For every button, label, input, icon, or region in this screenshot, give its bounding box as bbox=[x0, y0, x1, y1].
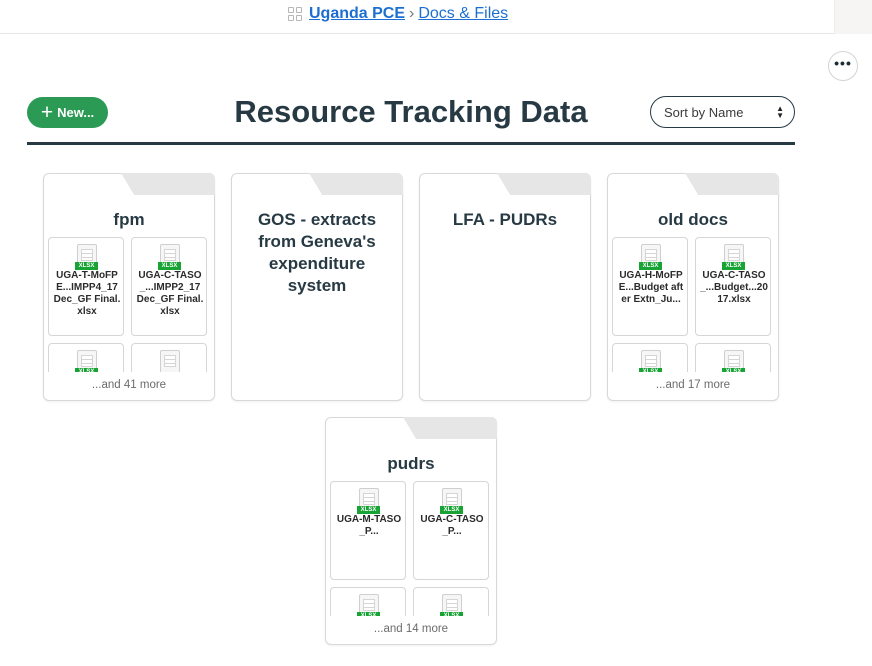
folder-tab bbox=[685, 173, 779, 195]
sort-arrows-icon: ▲ ▼ bbox=[776, 104, 784, 120]
file-type-badge: XLSX bbox=[158, 262, 181, 270]
file-card[interactable]: XLSX UGA-C-TASO_...Budget...2017.xlsx bbox=[695, 237, 771, 336]
folder-more-link[interactable]: ...and 14 more bbox=[325, 623, 497, 635]
folder-file-previews: XLSX UGA-T-MoFPE...IMPP4_17 Dec_GF Final.… bbox=[48, 237, 210, 372]
file-name: UGA-T-MoFPE...IMPP4_17 Dec_GF Final.xlsx bbox=[53, 270, 121, 317]
file-name: UGA-M-TASO_P... bbox=[336, 514, 402, 537]
folder-card[interactable]: GOS - extracts from Geneva's expenditure… bbox=[231, 173, 403, 401]
file-card[interactable]: XLSXLFA bbox=[413, 587, 489, 616]
folder-card[interactable]: LFA - PUDRs bbox=[419, 173, 591, 401]
file-card[interactable]: XLSX UGA-C-TASO_...IMPP2_17 Dec_GF Final.… bbox=[131, 237, 207, 336]
folder-file-previews: XLSX UGA-M-TASO_P... XLSX UGA-C-TASO_P... XL… bbox=[330, 481, 492, 616]
file-card[interactable]: XLSX UGA-M-TASO_P... bbox=[330, 481, 406, 580]
folder-file-previews: XLSX UGA-H-MoFPE...Budget after Extn_Ju..… bbox=[612, 237, 774, 372]
file-card[interactable]: XLSX bbox=[330, 587, 406, 616]
grid-icon bbox=[288, 7, 302, 21]
folder-name[interactable]: old docs bbox=[607, 209, 779, 231]
file-type-badge: XLSX bbox=[440, 506, 463, 514]
file-type-badge: XLSX bbox=[75, 262, 98, 270]
folder-card[interactable]: pudrs XLSX UGA-M-TASO_P... XLSX UGA-C-TASO_P… bbox=[325, 417, 497, 645]
folder-body bbox=[419, 173, 591, 401]
file-type-badge: XLSX bbox=[440, 612, 463, 616]
file-name: UGA-C-TASO_...Budget...2017.xlsx bbox=[700, 270, 768, 305]
file-card[interactable]: XLSX UGA-T-MoFPE...IMPP4_17 Dec_GF Final.… bbox=[48, 237, 124, 336]
file-card[interactable]: XLSX bbox=[695, 343, 771, 372]
file-type-badge: XLSX bbox=[722, 262, 745, 270]
ellipsis-icon: ••• bbox=[834, 55, 852, 71]
file-type-badge: XLSX bbox=[639, 262, 662, 270]
folder-tab bbox=[403, 417, 497, 439]
folder-more-link[interactable]: ...and 41 more bbox=[43, 379, 215, 391]
file-type-badge: XLSX bbox=[639, 368, 662, 372]
file-type-badge: XLSX bbox=[722, 368, 745, 372]
folder-card[interactable]: old docs XLSX UGA-H-MoFPE...Budget after E… bbox=[607, 173, 779, 401]
folder-name[interactable]: LFA - PUDRs bbox=[419, 209, 591, 231]
file-name: UGA-C-TASO_...IMPP2_17 Dec_GF Final.xlsx bbox=[136, 270, 204, 317]
folder-tab bbox=[121, 173, 215, 195]
top-bar-side-panel bbox=[834, 0, 872, 34]
spreadsheet-file-icon bbox=[160, 350, 180, 372]
folder-name[interactable]: GOS - extracts from Geneva's expenditure… bbox=[231, 209, 403, 297]
file-card[interactable]: XLSX UGA-C-TASO_P... bbox=[413, 481, 489, 580]
file-card[interactable]: XLSX UGA-H-MoFPE...Budget after Extn_Ju..… bbox=[612, 237, 688, 336]
folder-more-link[interactable]: ...and 17 more bbox=[607, 379, 779, 391]
file-card[interactable]: XLSX bbox=[48, 343, 124, 372]
breadcrumb-project-link[interactable]: Uganda PCE bbox=[309, 5, 405, 23]
file-type-badge: XLSX bbox=[357, 506, 380, 514]
file-name: UGA-H-MoFPE...Budget after Extn_Ju... bbox=[618, 270, 684, 305]
title-divider bbox=[27, 142, 795, 145]
folder-tab bbox=[497, 173, 591, 195]
file-card[interactable]: XLSX bbox=[612, 343, 688, 372]
folder-name[interactable]: fpm bbox=[43, 209, 215, 231]
folder-name[interactable]: pudrs bbox=[325, 453, 497, 475]
folder-tab bbox=[309, 173, 403, 195]
breadcrumb-separator: › bbox=[409, 5, 415, 22]
breadcrumb: Uganda PCE › Docs & Files bbox=[288, 5, 508, 23]
more-options-button[interactable]: ••• bbox=[828, 51, 858, 81]
sort-select-value: Sort by Name bbox=[664, 104, 744, 120]
file-type-badge: XLSX bbox=[357, 612, 380, 616]
breadcrumb-section-link[interactable]: Docs & Files bbox=[418, 5, 508, 23]
top-bar: Uganda PCE › Docs & Files bbox=[0, 0, 834, 34]
file-card[interactable] bbox=[131, 343, 207, 372]
file-name: UGA-C-TASO_P... bbox=[420, 514, 484, 537]
folder-card[interactable]: fpm XLSX UGA-T-MoFPE...IMPP4_17 Dec_GF Fin… bbox=[43, 173, 215, 401]
sort-select[interactable]: Sort by Name ▲ ▼ bbox=[650, 96, 795, 128]
file-type-badge: XLSX bbox=[75, 368, 98, 372]
